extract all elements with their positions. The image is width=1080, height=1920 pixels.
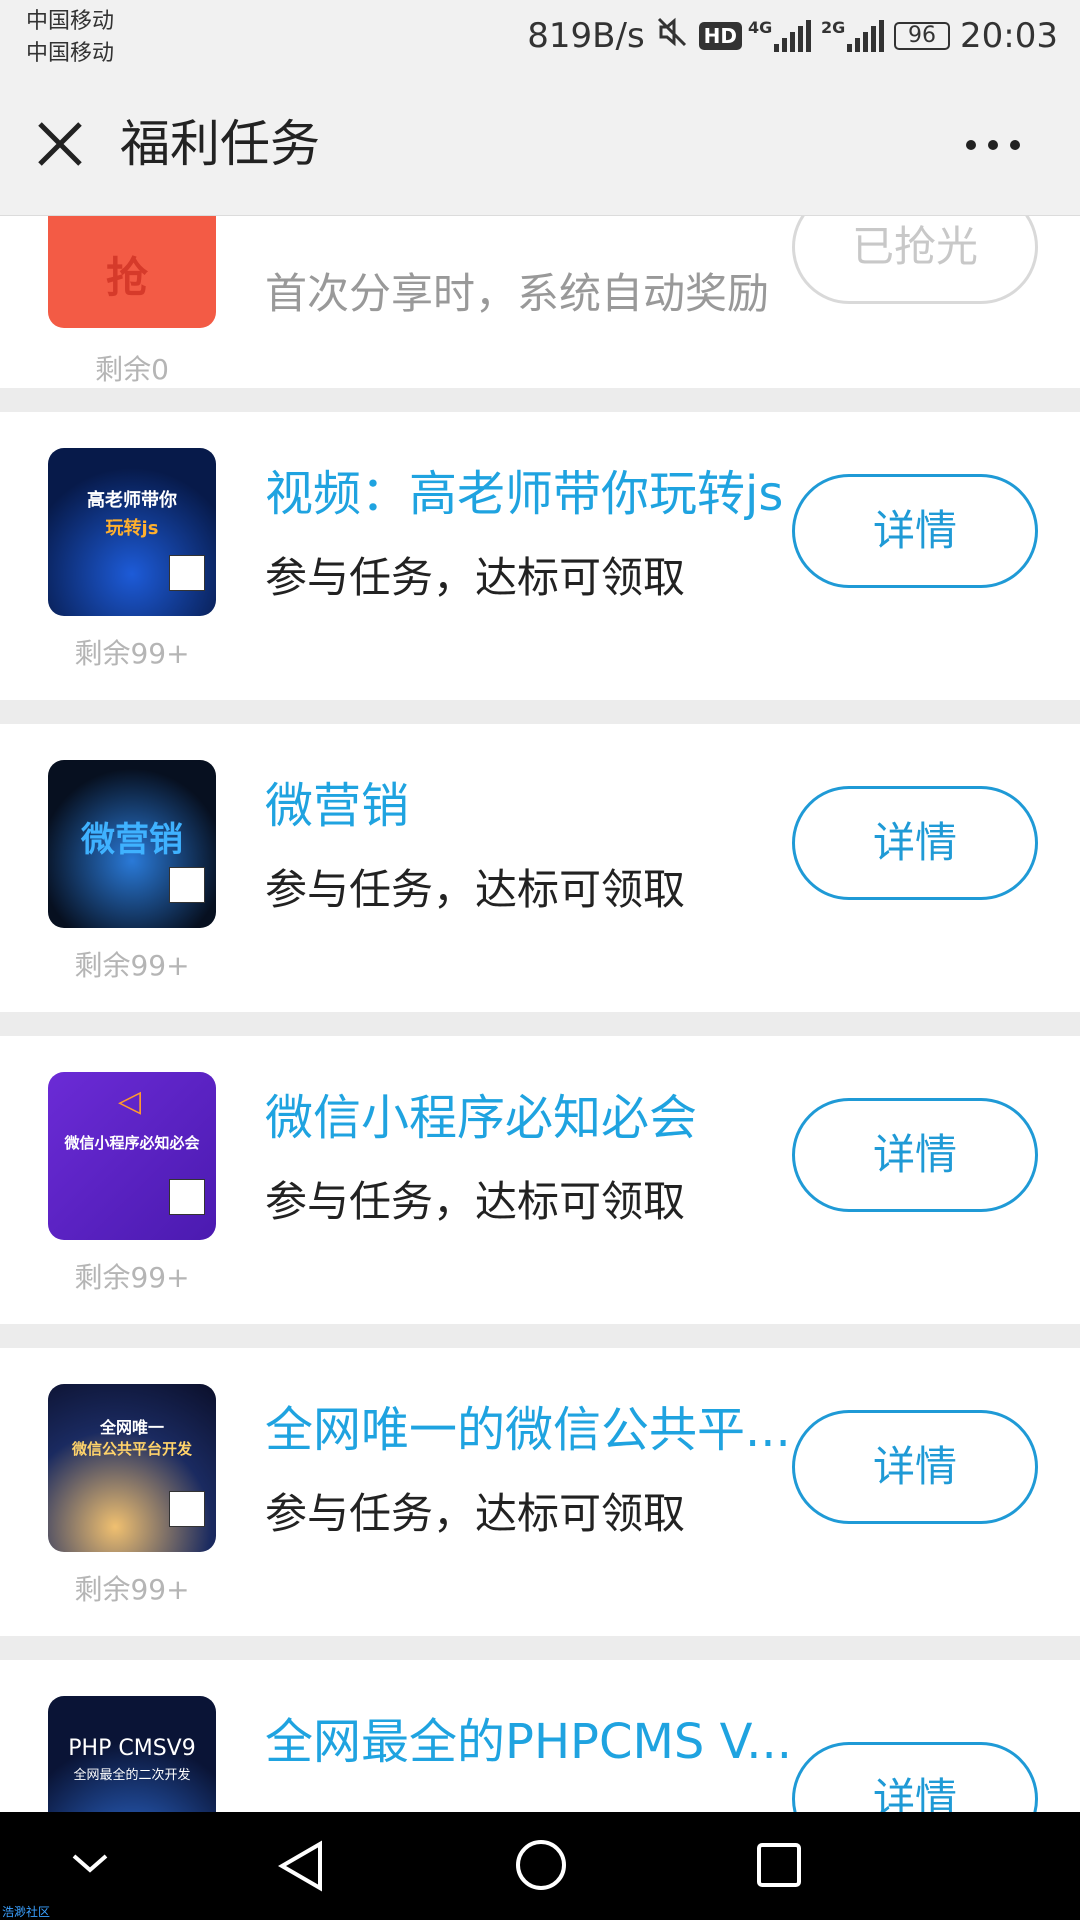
red-envelope-icon: 抢: [48, 216, 216, 328]
task-title: 微信小程序必知必会: [265, 1090, 698, 1146]
task-title: 全网唯一的微信公共平...: [265, 1402, 791, 1458]
task-thumbnail: ◁ 微信小程序必知必会: [48, 1072, 216, 1240]
recents-icon[interactable]: [756, 1842, 802, 1892]
task-description: 参与任务，达标可领取: [265, 1177, 686, 1226]
sold-out-button[interactable]: 已抢光: [792, 216, 1038, 304]
carrier-labels: 中国移动 中国移动: [26, 6, 114, 70]
task-thumbnail: 全网唯一 微信公共平台开发: [48, 1384, 216, 1552]
qr-code-icon: [169, 867, 205, 903]
watermark: 浩渺社区: [2, 1905, 51, 1919]
page-title: 福利任务: [120, 115, 320, 173]
network-type-1: 4G: [748, 18, 773, 37]
task-card: 抢 剩余0 首次分享时，系统自动奖励 已抢光: [0, 216, 1080, 388]
thumb-text: 微营销: [81, 820, 183, 860]
task-card: PHP CMSV9 全网最全的二次开发 全网最全的PHPCMS V... 详情: [0, 1660, 1080, 1812]
task-list[interactable]: 抢 剩余0 首次分享时，系统自动奖励 已抢光 高老师带你 玩转js 剩余99+ …: [0, 216, 1080, 1812]
system-nav-bar: 浩渺社区: [0, 1812, 1080, 1920]
thumb-text: 微信小程序必知必会: [64, 1134, 200, 1152]
thumb-text-2: 全网最全的二次开发: [73, 1768, 191, 1783]
task-description: 首次分享时，系统自动奖励: [265, 269, 770, 318]
task-thumbnail: 高老师带你 玩转js: [48, 448, 216, 616]
battery-icon: 96: [894, 22, 951, 50]
carrier-2: 中国移动: [26, 41, 115, 66]
task-description: 参与任务，达标可领取: [265, 865, 686, 914]
task-remaining: 剩余99+: [74, 949, 190, 982]
network-type-2: 2G: [821, 18, 846, 37]
task-remaining: 剩余99+: [74, 1573, 190, 1606]
task-remaining: 剩余99+: [74, 637, 190, 670]
details-button[interactable]: 详情: [792, 786, 1038, 900]
details-button[interactable]: 详情: [792, 1410, 1038, 1524]
mute-icon: [655, 15, 689, 58]
task-title: 视频：高老师带你玩转js: [265, 466, 784, 522]
thumb-text: PHP CMSV9: [68, 1736, 196, 1761]
signal-2g-icon: 2G: [821, 18, 885, 52]
task-description: 参与任务，达标可领取: [265, 553, 686, 602]
home-icon[interactable]: [514, 1838, 568, 1896]
task-card: 高老师带你 玩转js 剩余99+ 视频：高老师带你玩转js 参与任务，达标可领取…: [0, 412, 1080, 700]
task-remaining: 剩余0: [95, 353, 169, 386]
back-icon[interactable]: [276, 1840, 326, 1896]
qr-code-icon: [169, 555, 205, 591]
nav-bar: 福利任务: [0, 96, 1080, 216]
time: 20:03: [960, 16, 1058, 56]
task-thumbnail: PHP CMSV9 全网最全的二次开发: [48, 1696, 216, 1812]
task-card: ◁ 微信小程序必知必会 剩余99+ 微信小程序必知必会 参与任务，达标可领取 详…: [0, 1036, 1080, 1324]
logo-icon: ◁: [118, 1084, 142, 1119]
status-right: 819B/s HD 4G 2G 96 20:03: [527, 14, 1058, 58]
task-card: 微营销 剩余99+ 微营销 参与任务，达标可领取 详情: [0, 724, 1080, 1012]
details-button[interactable]: 详情: [792, 1742, 1038, 1812]
task-thumbnail: 微营销: [48, 760, 216, 928]
signal-4g-icon: 4G: [748, 18, 812, 52]
hd-badge: HD: [698, 22, 743, 50]
carrier-1: 中国移动: [26, 9, 115, 34]
details-button[interactable]: 详情: [792, 474, 1038, 588]
chevron-down-icon[interactable]: [70, 1848, 110, 1882]
close-icon[interactable]: [36, 120, 84, 168]
thumb-text-2: 玩转js: [105, 518, 159, 539]
network-speed: 819B/s: [527, 16, 645, 56]
qr-code-icon: [169, 1491, 205, 1527]
task-description: 参与任务，达标可领取: [265, 1489, 686, 1538]
qr-code-icon: [169, 1179, 205, 1215]
task-remaining: 剩余99+: [74, 1261, 190, 1294]
status-bar: 中国移动 中国移动 819B/s HD 4G 2G 96 20:03: [0, 0, 1080, 96]
thumb-text: 高老师带你: [87, 490, 177, 511]
more-icon[interactable]: [966, 140, 1020, 150]
thumb-text-2: 微信公共平台开发: [71, 1440, 192, 1458]
task-card: 全网唯一 微信公共平台开发 剩余99+ 全网唯一的微信公共平... 参与任务，达…: [0, 1348, 1080, 1636]
task-title: 微营销: [265, 778, 410, 834]
details-button[interactable]: 详情: [792, 1098, 1038, 1212]
thumb-text: 全网唯一: [99, 1418, 164, 1437]
task-title: 全网最全的PHPCMS V...: [265, 1714, 793, 1770]
